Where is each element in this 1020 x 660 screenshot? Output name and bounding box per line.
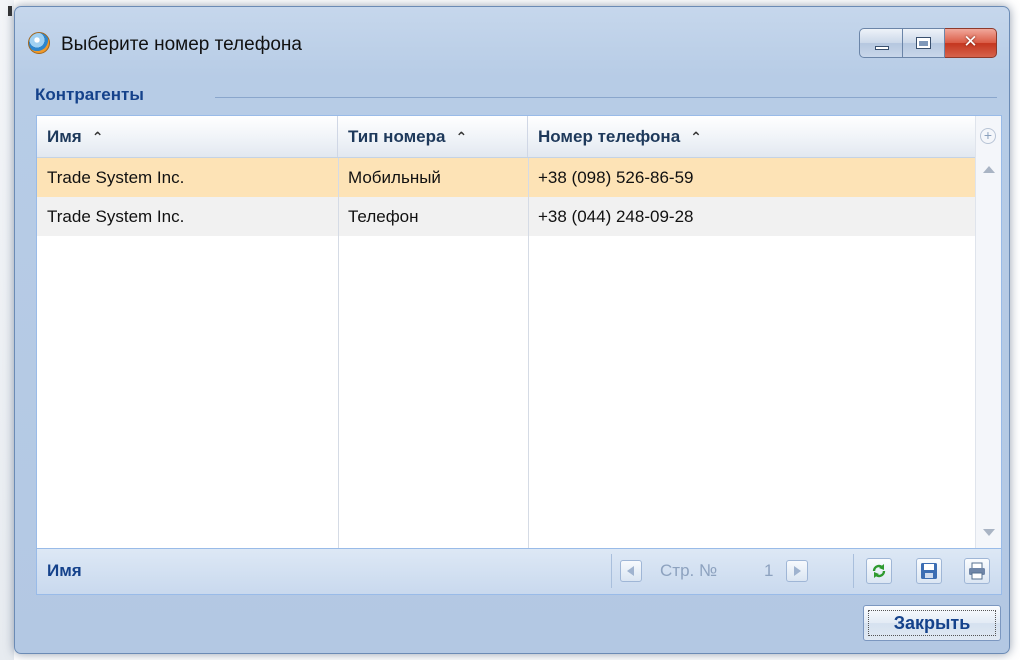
next-page-icon (794, 566, 801, 576)
save-icon (921, 563, 937, 579)
group-title: Контрагенты (35, 85, 144, 104)
refresh-icon (872, 564, 886, 578)
next-page-button[interactable] (786, 560, 808, 582)
grid-header: Имя ⌃ Тип номера ⌃ Номер телефона ⌃ (37, 116, 975, 158)
maximize-icon (916, 37, 931, 49)
print-icon (969, 562, 985, 580)
grid-footer: Имя Стр. № 1 (37, 548, 1001, 594)
sort-asc-icon: ⌃ (455, 129, 468, 145)
column-header-label: Имя (47, 127, 82, 146)
cell-phone: +38 (044) 248-09-28 (538, 207, 694, 226)
sort-asc-icon: ⌃ (690, 129, 702, 145)
column-header-name[interactable]: Имя ⌃ (37, 116, 338, 157)
column-header-label: Тип номера (348, 127, 446, 146)
minimize-icon (875, 46, 889, 50)
app-globe-icon (28, 32, 50, 54)
window-controls: ✕ (859, 28, 997, 58)
scroll-up-icon[interactable] (983, 166, 995, 173)
cell-phone: +38 (098) 526-86-59 (538, 168, 694, 187)
cell-name: Trade System Inc. (47, 168, 185, 187)
close-window-button[interactable]: ✕ (945, 28, 997, 58)
desktop-edge-marker (8, 6, 12, 16)
page-number: 1 (764, 561, 774, 580)
close-button[interactable]: Закрыть (863, 605, 1001, 641)
save-button[interactable] (916, 558, 942, 584)
column-header-label: Номер телефона (538, 127, 681, 146)
cell-type: Телефон (348, 207, 419, 226)
prev-page-icon (627, 566, 634, 576)
maximize-button[interactable] (903, 28, 945, 58)
title-bar[interactable]: Выберите номер телефона ✕ (15, 7, 1009, 79)
group-divider (215, 97, 997, 98)
refresh-button[interactable] (866, 558, 892, 584)
column-chooser-icon[interactable]: + (980, 128, 996, 144)
close-icon: ✕ (963, 32, 978, 51)
vertical-scrollbar[interactable]: + (975, 116, 1001, 548)
grid-toolbar (853, 554, 999, 588)
footer-label: Имя (47, 561, 82, 580)
cell-type: Мобильный (348, 168, 441, 187)
column-divider (338, 158, 339, 548)
desktop-background (0, 0, 14, 660)
cell-name: Trade System Inc. (47, 207, 185, 226)
dialog-window: Выберите номер телефона ✕ Контрагенты Им… (14, 6, 1010, 654)
column-header-phone[interactable]: Номер телефона ⌃ (528, 116, 975, 157)
column-header-type[interactable]: Тип номера ⌃ (338, 116, 528, 157)
print-button[interactable] (964, 558, 990, 584)
phone-grid: Имя ⌃ Тип номера ⌃ Номер телефона ⌃ Trade S… (36, 115, 1002, 595)
table-row-selected[interactable]: Trade System Inc. Мобильный +38 (098) 52… (37, 158, 975, 197)
page-label: Стр. № (660, 561, 718, 580)
minimize-button[interactable] (859, 28, 903, 58)
scroll-down-icon[interactable] (983, 529, 995, 536)
focus-outline (868, 610, 996, 636)
prev-page-button[interactable] (620, 560, 642, 582)
column-divider (528, 158, 529, 548)
pager: Стр. № 1 (611, 554, 849, 588)
table-row[interactable]: Trade System Inc. Телефон +38 (044) 248-… (37, 197, 975, 236)
window-title: Выберите номер телефона (61, 34, 302, 55)
sort-asc-icon: ⌃ (91, 129, 104, 145)
